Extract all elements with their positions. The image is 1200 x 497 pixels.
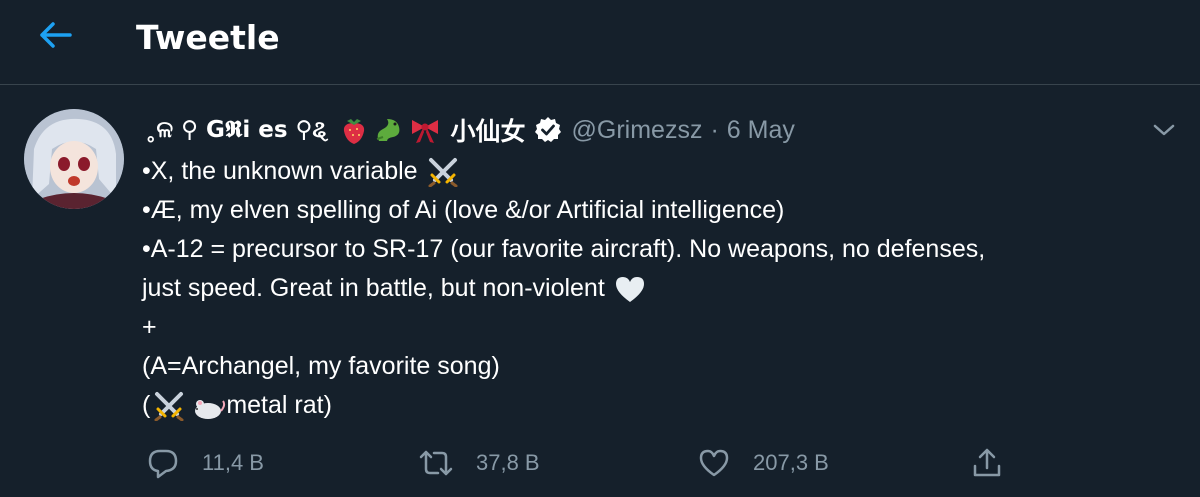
tweet-line-text: just speed. Great in battle, but non-vio… [142, 274, 605, 302]
tweet-date[interactable]: 6 May [727, 116, 795, 145]
tweet-text: •X, the unknown variable •Æ, my elven sp… [142, 152, 1182, 425]
white-heart-icon [613, 274, 647, 304]
rat-icon [190, 391, 226, 421]
tweet-line-text: ( [142, 391, 151, 419]
author-emojis [339, 115, 441, 145]
like-button[interactable]: 207,3 В [697, 443, 829, 483]
tweet-line-text: •Æ, my elven spelling of Ai (love &/or A… [142, 196, 785, 224]
retweet-count: 37,8 В [476, 450, 540, 475]
tweet-line: ( metal rat) [142, 386, 1182, 425]
tweet-line-text: (A=Archangel, my favorite song) [142, 352, 500, 380]
tweet-line: + [142, 308, 1182, 347]
tweet-line: •X, the unknown variable [142, 152, 1182, 191]
ribbon-icon [411, 120, 438, 143]
tweet-header: ˳ଳ ⚲ G𝕽i es ⚲ୡ 小仙女 @Grimezsz · 6 May [145, 112, 795, 148]
reply-icon [148, 449, 178, 479]
tweet-line-text: metal rat) [226, 391, 332, 419]
chevron-down-icon [1153, 124, 1175, 136]
heart-icon [699, 449, 729, 477]
strawberry-icon [343, 119, 364, 144]
verified-icon [534, 117, 561, 142]
meta-separator: · [710, 115, 719, 144]
reply-button[interactable]: 11,4 В [146, 443, 264, 483]
top-bar: Tweetle [0, 0, 1200, 85]
crossed-swords-icon [152, 391, 186, 421]
crossed-swords-icon [426, 157, 460, 187]
back-button[interactable] [30, 15, 82, 55]
more-options-button[interactable] [1150, 118, 1178, 142]
tweet-line: •Æ, my elven spelling of Ai (love &/or A… [142, 191, 1182, 230]
arrow-left-icon [40, 22, 72, 48]
author-name-suffix: 小仙女 [450, 117, 526, 146]
avatar[interactable] [24, 109, 124, 209]
tweet-actions: 11,4 В 37,8 В 207,3 В [0, 443, 1200, 483]
reply-count: 11,4 В [202, 450, 264, 475]
author-handle[interactable]: @Grimezsz [572, 116, 703, 145]
tweet-line: just speed. Great in battle, but non-vio… [142, 269, 1182, 308]
tweet-line-text: •X, the unknown variable [142, 157, 418, 185]
author-name[interactable]: ˳ଳ ⚲ G𝕽i es ⚲ୡ [145, 117, 329, 143]
tweet-line-text: + [142, 313, 157, 341]
like-count: 207,3 В [753, 450, 829, 475]
retweet-button[interactable]: 37,8 В [418, 443, 540, 483]
dragon-icon [376, 119, 399, 141]
tweet-line: •A-12 = precursor to SR-17 (our favorite… [142, 230, 1182, 269]
verified-badge [534, 116, 562, 144]
tweet-line-text: •A-12 = precursor to SR-17 (our favorite… [142, 235, 986, 263]
avatar-image [24, 109, 124, 209]
tweet-line: (A=Archangel, my favorite song) [142, 347, 1182, 386]
retweet-icon [419, 450, 453, 476]
page-title: Tweetle [136, 18, 280, 57]
share-icon [973, 448, 1001, 477]
share-button[interactable] [970, 443, 1026, 483]
